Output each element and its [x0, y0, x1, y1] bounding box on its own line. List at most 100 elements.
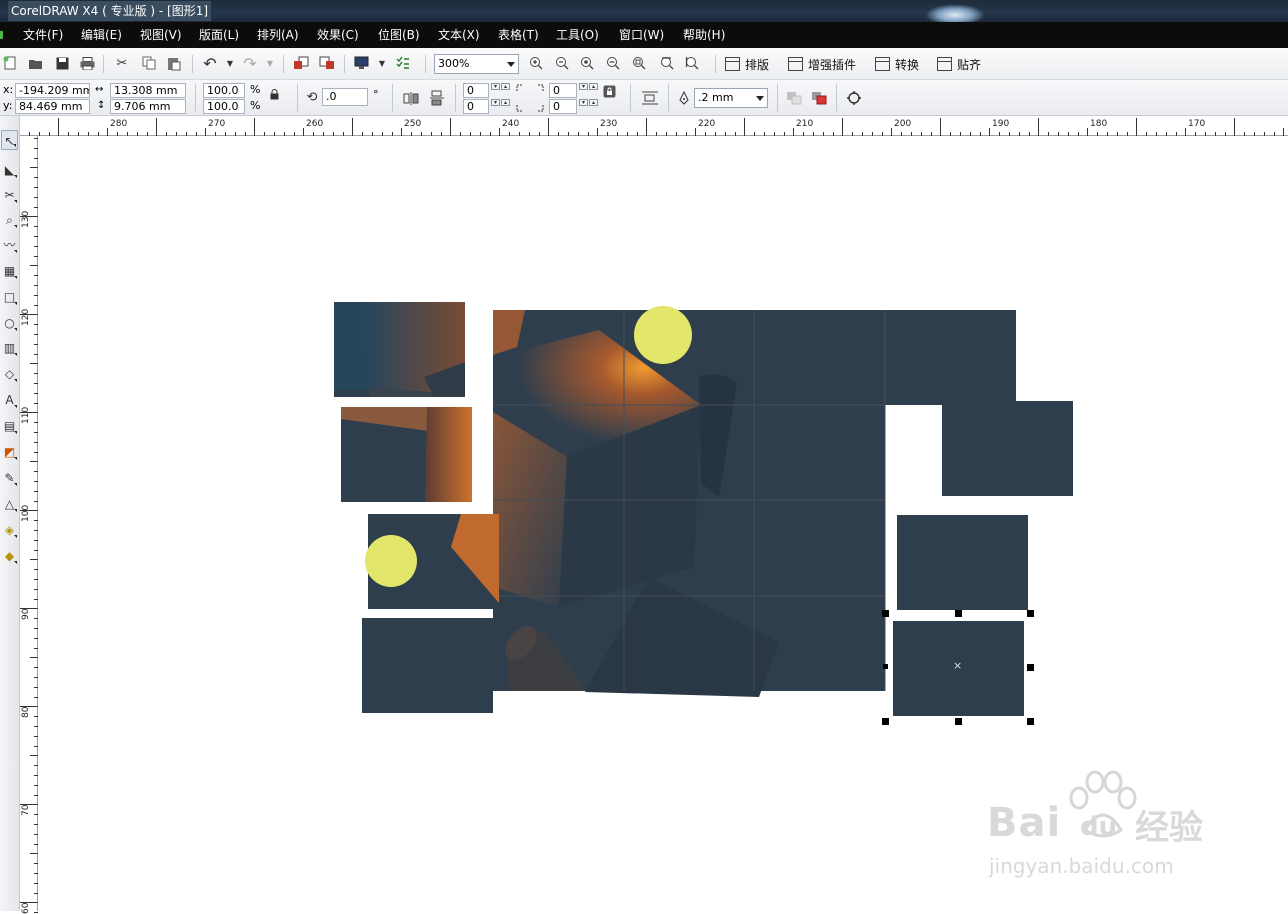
puzzle-piece[interactable] — [341, 407, 472, 502]
scale-width-field[interactable]: 100.0 — [203, 83, 245, 98]
shape-tool-icon[interactable]: ◣ — [1, 160, 18, 180]
new-document-icon[interactable] — [2, 55, 18, 71]
corner-radius-top-left[interactable]: 0 — [463, 83, 489, 98]
wrap-text-icon[interactable] — [640, 89, 660, 107]
freehand-tool-icon[interactable]: 〰 — [1, 235, 18, 255]
paste-icon[interactable] — [166, 55, 182, 71]
corner-radius-top-right[interactable]: 0 — [549, 83, 577, 98]
undo-dropdown-icon[interactable]: ▼ — [225, 57, 235, 69]
puzzle-piece[interactable] — [334, 302, 465, 397]
spin-up-icon[interactable]: ▴ — [589, 83, 598, 90]
redo-dropdown-icon[interactable]: ▼ — [265, 57, 275, 69]
mirror-horizontal-icon[interactable] — [402, 89, 420, 107]
basic-shapes-tool-icon[interactable]: ◇ — [1, 364, 18, 384]
zoom-page-icon[interactable] — [631, 55, 647, 71]
launcher-dropdown-icon[interactable]: ▼ — [377, 57, 387, 69]
selection-handle[interactable] — [882, 718, 889, 725]
plugin-convert[interactable]: 转换 — [875, 53, 919, 75]
welcome-screen-icon[interactable] — [394, 55, 411, 71]
lock-ratio-icon[interactable] — [268, 87, 280, 101]
zoom-out-icon[interactable] — [554, 55, 570, 71]
spin-down-icon[interactable]: ▾ — [579, 99, 588, 106]
height-field[interactable]: 9.706 mm — [110, 99, 186, 114]
selection-handle[interactable] — [955, 718, 962, 725]
spin-down-icon[interactable]: ▾ — [491, 99, 500, 106]
zoom-page-width-icon[interactable] — [659, 55, 675, 71]
polygon-tool-icon[interactable]: ▥ — [1, 338, 18, 358]
plugin-enhance[interactable]: 增强插件 — [788, 53, 856, 75]
import-icon[interactable] — [292, 55, 309, 71]
eyedropper-tool-icon[interactable]: ✎ — [1, 468, 18, 488]
selection-handle[interactable] — [1027, 718, 1034, 725]
menu-text[interactable]: 文本(X) — [438, 27, 480, 43]
vertical-ruler[interactable]: 130 120 110 100 90 80 70 60 — [20, 136, 38, 914]
zoom-in-icon[interactable] — [528, 55, 544, 71]
convert-to-curves-icon[interactable] — [845, 89, 863, 107]
fill-tool-icon[interactable]: ◈ — [1, 520, 18, 540]
zoom-tool-icon[interactable]: ⌕ — [1, 210, 18, 230]
menu-help[interactable]: 帮助(H) — [683, 27, 725, 43]
selection-center-icon[interactable]: × — [953, 660, 962, 671]
menu-effects[interactable]: 效果(C) — [317, 27, 359, 43]
redo-icon[interactable]: ↷ — [241, 54, 259, 73]
outline-tool-icon[interactable]: △ — [1, 494, 18, 514]
interactive-fill-tool-icon[interactable]: ◆ — [1, 546, 18, 566]
interactive-blend-tool-icon[interactable]: ◩ — [1, 442, 18, 462]
puzzle-piece[interactable] — [897, 515, 1028, 610]
menu-layout[interactable]: 版面(L) — [199, 27, 239, 43]
scale-height-field[interactable]: 100.0 — [203, 99, 245, 114]
to-back-icon[interactable] — [810, 89, 828, 107]
table-tool-icon[interactable]: ▤ — [1, 416, 18, 436]
selection-handle[interactable] — [1027, 664, 1034, 671]
zoom-level-combo[interactable]: 300% — [434, 54, 519, 74]
puzzle-piece[interactable] — [942, 401, 1073, 496]
zoom-all-objects-icon[interactable] — [605, 55, 621, 71]
selection-handle[interactable] — [1027, 610, 1034, 617]
crop-tool-icon[interactable]: ✂ — [1, 185, 18, 205]
menu-bitmaps[interactable]: 位图(B) — [378, 27, 420, 43]
spin-down-icon[interactable]: ▾ — [491, 83, 500, 90]
spin-up-icon[interactable]: ▴ — [501, 83, 510, 90]
menu-table[interactable]: 表格(T) — [498, 27, 539, 43]
menu-window[interactable]: 窗口(W) — [619, 27, 664, 43]
puzzle-piece[interactable] — [362, 618, 493, 713]
zoom-selected-icon[interactable] — [579, 55, 595, 71]
open-icon[interactable] — [27, 55, 43, 71]
rectangle-tool-icon[interactable]: □ — [1, 287, 18, 307]
menu-arrange[interactable]: 排列(A) — [257, 27, 299, 43]
zoom-page-height-icon[interactable] — [684, 55, 700, 71]
corner-lock-icon[interactable] — [602, 84, 616, 98]
export-icon[interactable] — [318, 55, 335, 71]
selection-handle[interactable] — [883, 664, 888, 669]
application-launcher-icon[interactable] — [353, 55, 370, 71]
menu-file[interactable]: 文件(F) — [23, 27, 63, 43]
corner-radius-bottom-right[interactable]: 0 — [549, 99, 577, 114]
puzzle-piece[interactable] — [365, 514, 499, 609]
text-tool-icon[interactable]: A — [1, 390, 18, 410]
spin-down-icon[interactable]: ▾ — [579, 83, 588, 90]
plugin-typesetting[interactable]: 排版 — [725, 53, 769, 75]
spin-up-icon[interactable]: ▴ — [501, 99, 510, 106]
save-icon[interactable] — [54, 55, 70, 71]
copy-icon[interactable] — [141, 55, 157, 71]
selection-handle[interactable] — [955, 610, 962, 617]
y-position-field[interactable]: 84.469 mm — [15, 99, 90, 114]
outline-width-combo[interactable]: .2 mm — [694, 88, 768, 108]
pick-tool-icon[interactable]: ↖ — [1, 130, 18, 150]
width-field[interactable]: 13.308 mm — [110, 83, 186, 98]
ellipse-tool-icon[interactable]: ○ — [1, 313, 18, 333]
selection-handle[interactable] — [882, 610, 889, 617]
cut-icon[interactable]: ✂ — [114, 55, 130, 71]
x-position-field[interactable]: -194.209 mm — [15, 83, 90, 98]
rotation-angle-field[interactable]: .0 — [322, 88, 368, 106]
spin-up-icon[interactable]: ▴ — [589, 99, 598, 106]
corner-radius-bottom-left[interactable]: 0 — [463, 99, 489, 114]
print-icon[interactable] — [79, 55, 95, 71]
menu-tools[interactable]: 工具(O) — [556, 27, 599, 43]
menu-view[interactable]: 视图(V) — [140, 27, 182, 43]
menu-edit[interactable]: 编辑(E) — [81, 27, 122, 43]
undo-icon[interactable]: ↶ — [201, 54, 219, 73]
mirror-vertical-icon[interactable] — [428, 89, 446, 107]
drawing-canvas[interactable]: × — [39, 137, 1288, 911]
smart-fill-tool-icon[interactable]: ▦ — [1, 261, 18, 281]
